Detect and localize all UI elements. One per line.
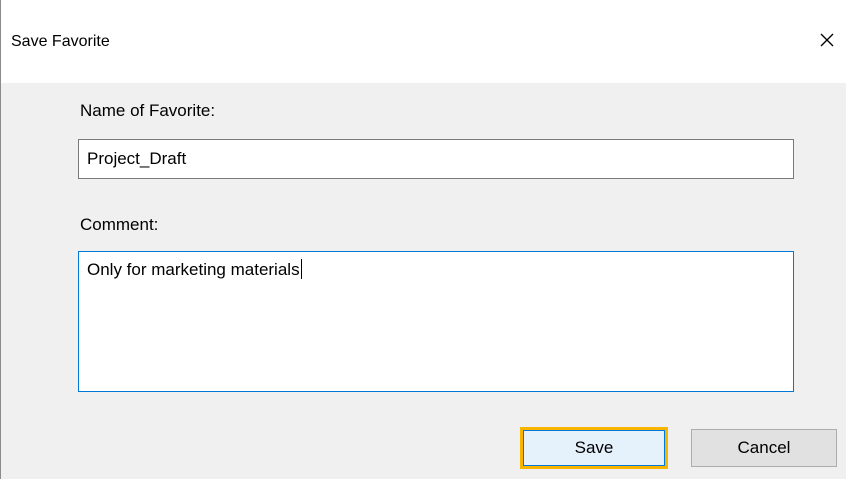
save-favorite-dialog: Save Favorite Name of Favorite: Project_… <box>0 0 846 479</box>
text-caret <box>300 259 302 279</box>
name-input[interactable]: Project_Draft <box>78 139 794 179</box>
name-label: Name of Favorite: <box>80 101 216 120</box>
comment-textarea[interactable]: Only for marketing materials <box>78 251 794 392</box>
cancel-button[interactable]: Cancel <box>691 429 837 467</box>
comment-text: Only for marketing materials <box>87 260 300 279</box>
comment-label: Comment: <box>80 215 159 234</box>
close-button[interactable] <box>807 22 846 58</box>
dialog-titlebar: Save Favorite <box>1 0 846 83</box>
dialog-title: Save Favorite <box>11 33 110 50</box>
save-button[interactable]: Save <box>520 427 668 469</box>
close-icon <box>820 33 834 47</box>
